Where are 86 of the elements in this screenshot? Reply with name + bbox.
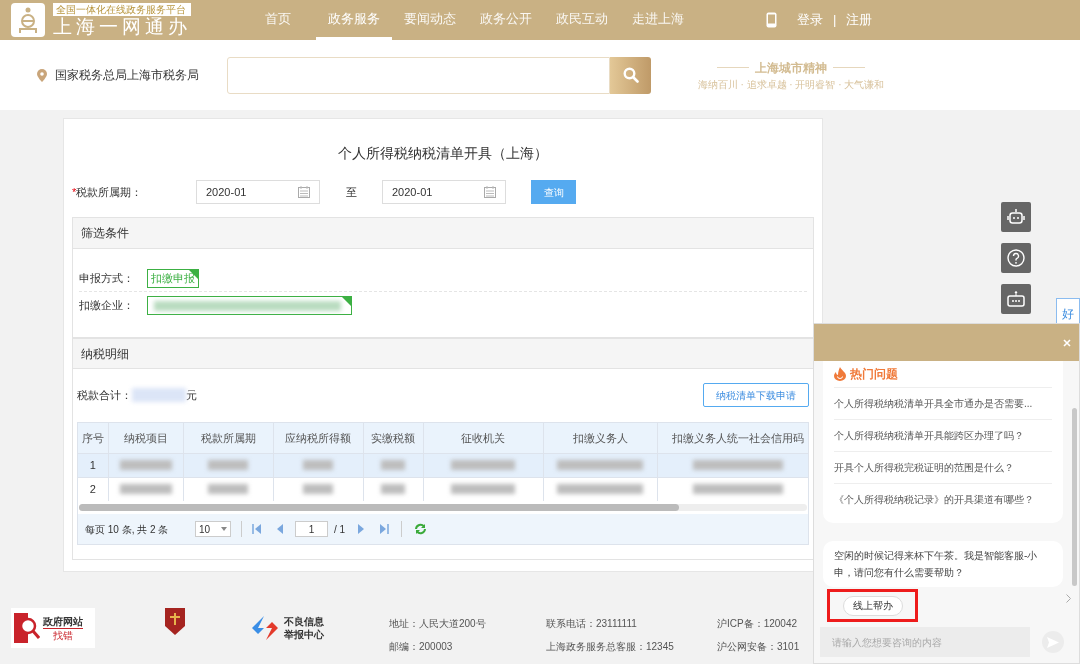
chevron-right-icon[interactable] [1066,594,1071,603]
download-button[interactable]: 纳税清单下载申请 [703,383,809,407]
search-field[interactable] [227,56,610,94]
phone-icon[interactable] [766,12,777,28]
next-page-icon[interactable] [358,524,365,534]
start-date-field[interactable]: 2020-01 [196,180,320,204]
platform-tag: 全国一体化在线政务服务平台 [53,2,191,16]
footer-text: 上海政务服务总客服：12345 [546,640,675,654]
end-date-field[interactable]: 2020-01 [382,180,506,204]
logo-text: 找错 [43,627,83,642]
emblem-icon [162,606,188,636]
question-link[interactable]: 个人所得税纳税清单开具能跨区办理了吗？ [834,419,1052,451]
footer-text: 邮编：200003 [389,640,454,654]
hot-questions-title: 热门问题 [850,366,898,383]
blurred-content [208,484,248,495]
to-label: 至 [344,184,358,200]
robot-icon [1007,209,1025,225]
first-page-icon[interactable] [252,524,261,534]
blurred-content [303,484,333,495]
total-unit: 元 [186,387,197,403]
pager-summary: 每页 10 条, 共 2 条 [85,522,170,537]
calendar-icon [484,186,496,198]
total-label: 税款合计： [77,387,132,403]
previous-page-icon[interactable] [277,524,283,534]
blurred-content [119,460,172,470]
calendar-icon [298,186,310,198]
footer-text: 联系电话：23111111 [546,617,638,631]
filter-option[interactable] [147,296,352,315]
location-pin-icon [37,68,47,82]
caret-icon [221,527,227,531]
footer-text: 沪ICP备：120042 [717,617,799,631]
robot-button[interactable] [1001,202,1031,232]
blurred-content [381,484,405,495]
table-cell: 2 [78,477,108,501]
site-name: 上海一网通办 [53,15,191,38]
side-tab[interactable]: 好 [1056,298,1080,326]
filter-label: 扣缴企业： [79,298,135,314]
chat-message: 空闲的时候记得来杯下午茶。我是智能客服-小申，请问您有什么需要帮助？ [823,541,1063,587]
refresh-icon[interactable] [414,523,428,535]
page-size-select[interactable]: 10 [195,521,231,537]
close-icon[interactable] [1063,338,1071,347]
blurred-content [119,484,172,495]
message-input[interactable]: 请输入您想要咨询的内容 [820,627,1030,657]
table-row[interactable]: 2 [78,477,808,501]
report-center-icon [252,616,278,640]
search-icon [622,67,639,83]
footer-text: 地址：人民大道200号 [389,617,487,631]
error-report-logo[interactable]: 政府网站 找错 [11,608,95,648]
logo-text: 政府网站 [43,614,83,628]
slogan-title: 上海城市精神 [755,59,827,77]
slogan-subtitle: 海纳百川 · 追求卓越 · 开明睿智 · 大气谦和 [697,77,885,92]
table-row[interactable]: 1 [78,453,808,477]
blurred-content [451,460,515,470]
blurred-content [208,460,248,470]
period-label: 税款所属期： [76,184,143,200]
chat-button[interactable] [1001,284,1031,314]
question-link[interactable]: 开具个人所得税完税证明的范围是什么？ [834,451,1052,483]
section-title: 筛选条件 [73,218,813,249]
logo-text: 举报中心 [284,628,324,641]
location-text: 国家税务总局上海市税务局 [55,67,199,84]
question-link[interactable]: 个人所得税纳税清单开具全市通办是否需要... [834,387,1052,419]
blurred-content [303,460,333,470]
chat-bot-icon [1007,291,1025,307]
question-link[interactable]: 《个人所得税纳税记录》的开具渠道有哪些？ [834,483,1052,515]
filter-label: 申报方式： [79,270,135,286]
magnifier-icon [14,613,40,643]
separator: | [833,11,837,30]
scrollbar[interactable] [79,504,807,511]
footer-text: 沪公网安备：3101 [717,640,801,654]
fire-icon [834,367,846,381]
last-page-icon[interactable] [380,524,390,534]
search-button[interactable] [610,56,651,94]
blurred-content [451,484,515,495]
quick-reply-button[interactable]: 线上帮办 [843,595,903,616]
logo-icon [11,3,45,37]
logo-text: 不良信息 [284,615,324,628]
blurred-content [132,388,186,402]
help-button[interactable] [1001,243,1031,273]
scrollbar[interactable] [1072,408,1077,586]
required-asterisk: * [72,184,77,200]
page-title: 个人所得税纳税清单开具（上海） [337,144,549,163]
blurred-content [381,460,405,470]
section-title: 纳税明细 [73,338,813,369]
page-total: / 1 [334,522,346,537]
help-icon [1007,249,1025,267]
page-field[interactable]: 1 [295,521,328,537]
